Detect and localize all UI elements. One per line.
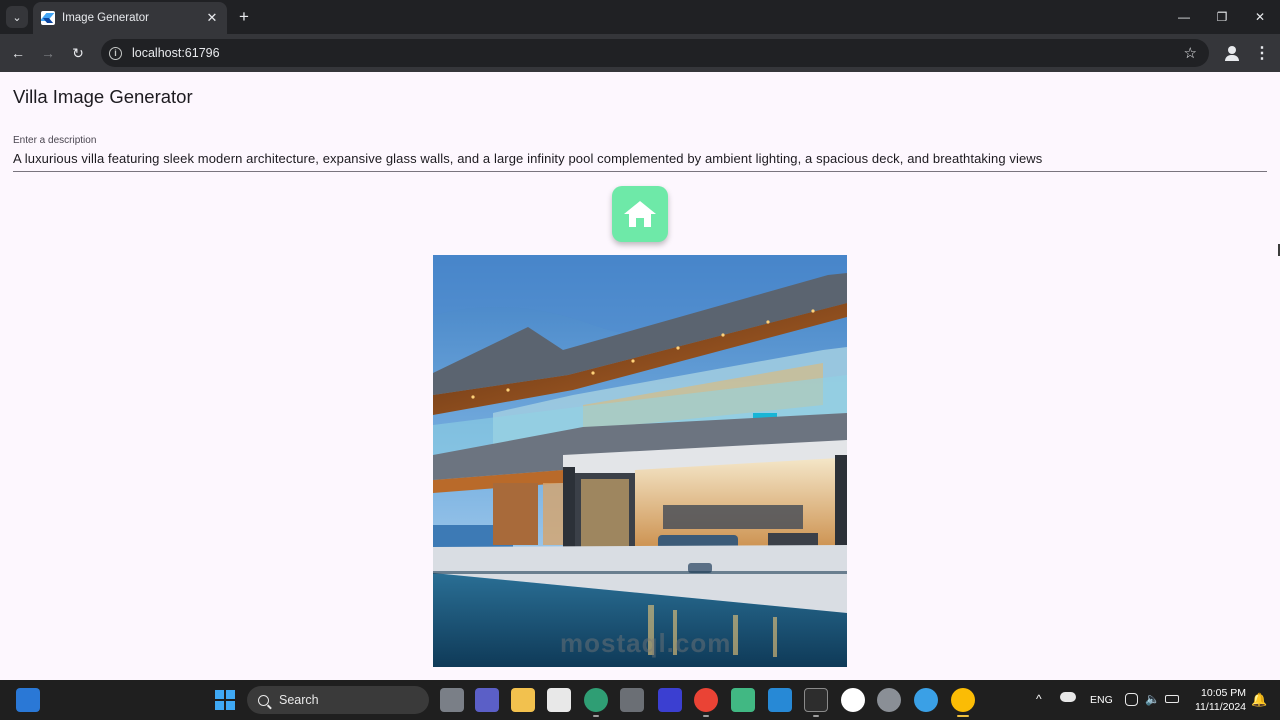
onedrive-icon[interactable]: [1060, 692, 1076, 702]
running-indicator: [813, 715, 819, 717]
microsoft-store-icon[interactable]: [547, 688, 571, 712]
windows-taskbar: Search ^ ENG 🔈 10:05 PM 11/11/2024 🔔: [0, 680, 1280, 720]
language-indicator[interactable]: ENG: [1090, 694, 1113, 706]
maximize-button[interactable]: ❐: [1204, 6, 1240, 28]
generated-villa-image: [433, 255, 847, 667]
volume-icon[interactable]: 🔈: [1145, 692, 1160, 706]
address-bar[interactable]: i localhost:61796 ☆: [101, 39, 1209, 67]
app-title: Villa Image Generator: [13, 86, 193, 107]
tab-search-button[interactable]: ⌄: [6, 6, 28, 28]
minimize-button[interactable]: —: [1166, 6, 1202, 28]
prompt-underline: [13, 171, 1267, 172]
visual-studio-icon[interactable]: [658, 688, 682, 712]
globe-app-icon[interactable]: [914, 688, 938, 712]
browser-tab-strip: ⌄ Image Generator ✕ + — ❐ ✕: [0, 0, 1280, 34]
profile-icon[interactable]: [1222, 43, 1242, 63]
prompt-input[interactable]: A luxurious villa featuring sleek modern…: [13, 151, 1042, 166]
browser-menu-icon[interactable]: ⋮: [1252, 43, 1272, 63]
taskbar-search-box[interactable]: Search: [247, 686, 429, 714]
terminal-icon[interactable]: [804, 688, 828, 712]
edge-icon[interactable]: [584, 688, 608, 712]
tab-title: Image Generator: [62, 12, 149, 24]
url-text[interactable]: localhost:61796: [132, 46, 1184, 60]
settings-app-icon[interactable]: [620, 688, 644, 712]
watermark-text: mostaql.com: [560, 628, 732, 658]
prompt-label: Enter a description: [13, 135, 97, 146]
bookmark-star-icon[interactable]: ☆: [1184, 44, 1197, 62]
chrome-icon[interactable]: [694, 688, 718, 712]
generate-button[interactable]: [612, 186, 668, 242]
taskbar-search-label: Search: [279, 693, 319, 707]
battery-icon[interactable]: [1165, 695, 1179, 703]
tab-close-icon[interactable]: ✕: [203, 10, 221, 26]
file-explorer-icon[interactable]: [511, 688, 535, 712]
settings-gear-icon[interactable]: [877, 688, 901, 712]
search-icon: [258, 694, 269, 706]
browser-tab[interactable]: Image Generator ✕: [33, 2, 227, 34]
flutter-favicon-icon: [41, 11, 55, 25]
running-indicator: [593, 715, 599, 717]
browser-toolbar: ← → ↻ i localhost:61796 ☆ ⋮: [0, 34, 1280, 72]
network-icon[interactable]: [1125, 693, 1138, 706]
back-arrow-icon[interactable]: ←: [8, 43, 28, 63]
notification-bell-icon[interactable]: 🔔: [1251, 692, 1267, 708]
task-view-icon[interactable]: [440, 688, 464, 712]
site-info-icon[interactable]: i: [109, 46, 122, 60]
chrome-active-icon[interactable]: [951, 688, 975, 712]
running-indicator: [703, 715, 709, 717]
teams-icon[interactable]: [475, 688, 499, 712]
android-studio-icon[interactable]: [841, 688, 865, 712]
app-page: Villa Image Generator Enter a descriptio…: [0, 72, 1280, 680]
close-window-button[interactable]: ✕: [1242, 6, 1278, 28]
start-windows-icon[interactable]: [213, 688, 237, 712]
taskbar-clock[interactable]: 10:05 PM 11/11/2024: [1188, 686, 1246, 714]
clock-date: 11/11/2024: [1195, 701, 1246, 713]
widgets-icon[interactable]: [16, 688, 40, 712]
tray-chevron-icon[interactable]: ^: [1036, 692, 1042, 706]
vscode-icon[interactable]: [768, 688, 792, 712]
home-icon: [624, 201, 656, 227]
active-indicator: [957, 715, 969, 717]
reload-icon[interactable]: ↻: [68, 43, 88, 63]
forward-arrow-icon[interactable]: →: [38, 43, 58, 63]
new-tab-button[interactable]: +: [233, 6, 255, 28]
vue-icon[interactable]: [731, 688, 755, 712]
clock-time: 10:05 PM: [1201, 687, 1246, 699]
